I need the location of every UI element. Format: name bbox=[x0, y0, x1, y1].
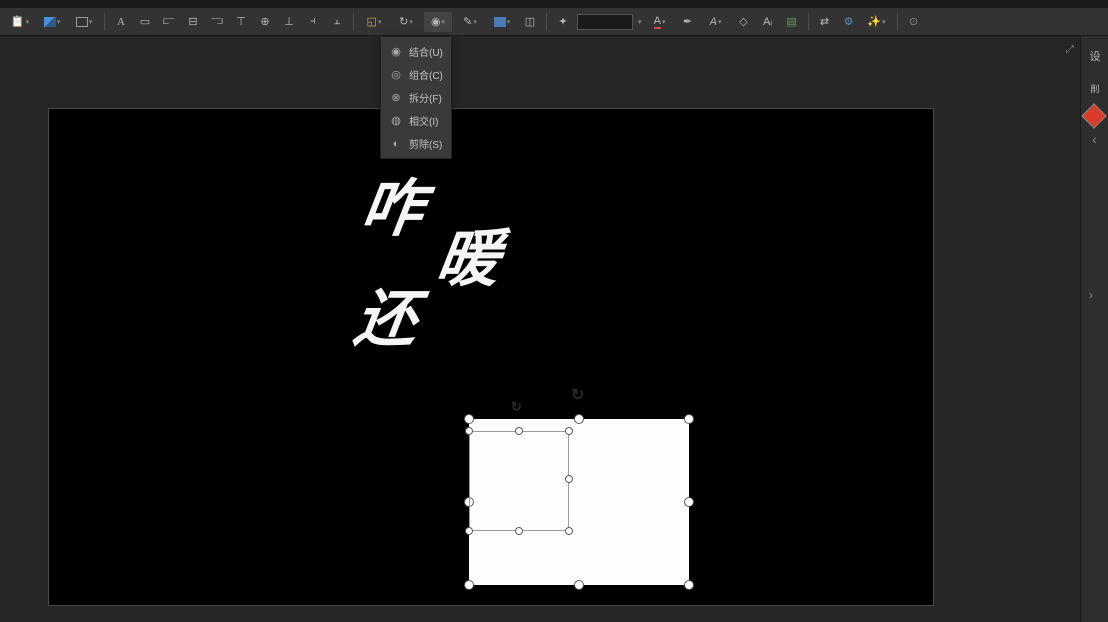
color-dropdown-arrow[interactable]: ▾ bbox=[638, 18, 642, 26]
inner-handle-bm[interactable] bbox=[515, 527, 523, 535]
image-icon[interactable]: ▾ bbox=[38, 12, 66, 32]
main-toolbar: 📋▾ ▾ ▾ A ▭ ⫍ ⊟ ⫎ ⊤ ⊕ ⊥ ⫞ ⫠ ◱▾ ↻▾ ◉▾ ✎▾ ▾… bbox=[0, 8, 1108, 36]
inner-handle-mr[interactable] bbox=[565, 475, 573, 483]
rotate-icon[interactable]: ↻▾ bbox=[392, 12, 420, 32]
font-color-icon[interactable]: A▾ bbox=[646, 12, 674, 32]
clear-format-icon[interactable]: ◇ bbox=[734, 12, 754, 32]
panel-caret-icon[interactable]: ‹ bbox=[1081, 131, 1108, 147]
selection-handle-bm[interactable] bbox=[574, 580, 584, 590]
menu-subtract[interactable]: ◐ 剪除(S) bbox=[381, 132, 451, 155]
help-icon[interactable]: ⊙ bbox=[904, 12, 924, 32]
collapse-ruler-icon[interactable]: ⤢ bbox=[1066, 44, 1074, 55]
menu-label: 结合(U) bbox=[409, 44, 443, 59]
menu-union[interactable]: ◉ 结合(U) bbox=[381, 40, 451, 63]
align-middle-icon[interactable]: ⊕ bbox=[255, 12, 275, 32]
inner-rotate-handle[interactable]: ↻ bbox=[511, 399, 527, 415]
titlebar bbox=[0, 0, 1108, 8]
menu-label: 剪除(S) bbox=[409, 136, 442, 151]
shape-outline-icon[interactable]: ◫ bbox=[520, 12, 540, 32]
menu-label: 相交(I) bbox=[409, 113, 438, 128]
slide-canvas[interactable]: 咋 暖 还 ↻ ↻ bbox=[48, 108, 934, 606]
textbox-icon[interactable]: A bbox=[111, 12, 131, 32]
ai-tools-icon[interactable]: ✨▾ bbox=[863, 12, 891, 32]
menu-label: 组合(C) bbox=[409, 67, 443, 82]
selection-handle-mr[interactable] bbox=[684, 497, 694, 507]
align-top-icon[interactable]: ⊤ bbox=[231, 12, 251, 32]
color-picker[interactable] bbox=[577, 14, 633, 30]
selection-handle-br[interactable] bbox=[684, 580, 694, 590]
menu-combine[interactable]: ◎ 组合(C) bbox=[381, 63, 451, 86]
selection-handle-bl[interactable] bbox=[464, 580, 474, 590]
shape-fill-icon[interactable]: ▾ bbox=[488, 12, 516, 32]
panel-more-icon[interactable]: › bbox=[1089, 288, 1093, 302]
selection-pane-icon[interactable]: ▤ bbox=[782, 12, 802, 32]
bring-front-icon[interactable]: ◱▾ bbox=[360, 12, 388, 32]
inner-handle-tl[interactable] bbox=[465, 427, 473, 435]
merge-shapes-icon[interactable]: ◉▾ bbox=[424, 12, 452, 32]
distribute-v-icon[interactable]: ⫠ bbox=[327, 12, 347, 32]
screenshot-icon[interactable]: ▾ bbox=[70, 12, 98, 32]
shape-format-icon[interactable] bbox=[1081, 103, 1106, 128]
inner-handle-tr[interactable] bbox=[565, 427, 573, 435]
format-painter-icon[interactable]: ✒ bbox=[678, 12, 698, 32]
menu-label: 拆分(F) bbox=[409, 90, 442, 105]
menu-fragment[interactable]: ⊗ 拆分(F) bbox=[381, 86, 451, 109]
wordart-text-2[interactable]: 暖 bbox=[433, 229, 506, 291]
inner-handle-bl[interactable] bbox=[465, 527, 473, 535]
union-icon: ◉ bbox=[389, 45, 403, 59]
inner-selection-box[interactable] bbox=[469, 431, 569, 531]
header-icon[interactable]: ▭ bbox=[135, 12, 155, 32]
edit-shape-icon[interactable]: ✎▾ bbox=[456, 12, 484, 32]
panel-tab-design[interactable]: 设 bbox=[1083, 42, 1107, 70]
combine-icon: ◎ bbox=[389, 68, 403, 82]
workspace[interactable]: ⤢ 咋 暖 还 ↻ ↻ bbox=[0, 36, 1080, 622]
align-right-icon[interactable]: ⫎ bbox=[207, 12, 227, 32]
merge-shapes-dropdown: ◉ 结合(U) ◎ 组合(C) ⊗ 拆分(F) ◍ 相交(I) ◐ 剪除(S) bbox=[380, 36, 452, 159]
find-replace-icon[interactable]: ⇄ bbox=[815, 12, 835, 32]
align-bottom-icon[interactable]: ⊥ bbox=[279, 12, 299, 32]
settings-icon[interactable]: ⚙ bbox=[839, 12, 859, 32]
selection-handle-tl[interactable] bbox=[464, 414, 474, 424]
distribute-h-icon[interactable]: ⫞ bbox=[303, 12, 323, 32]
fragment-icon: ⊗ bbox=[389, 91, 403, 105]
wordart-text-1[interactable]: 咋 bbox=[357, 179, 430, 241]
align-center-icon[interactable]: ⊟ bbox=[183, 12, 203, 32]
menu-intersect[interactable]: ◍ 相交(I) bbox=[381, 109, 451, 132]
wordart-text-3[interactable]: 还 bbox=[351, 289, 424, 351]
intersect-icon: ◍ bbox=[389, 114, 403, 128]
right-side-panel: 设 削 ‹ › bbox=[1080, 36, 1108, 622]
panel-tab-trim[interactable]: 削 bbox=[1083, 76, 1107, 101]
selection-handle-tm[interactable] bbox=[574, 414, 584, 424]
text-effects-icon[interactable]: A▾ bbox=[702, 12, 730, 32]
align-left-icon[interactable]: ⫍ bbox=[159, 12, 179, 32]
rotate-handle[interactable]: ↻ bbox=[571, 385, 587, 401]
inner-handle-tm[interactable] bbox=[515, 427, 523, 435]
inner-handle-br[interactable] bbox=[565, 527, 573, 535]
paste-icon[interactable]: 📋▾ bbox=[6, 12, 34, 32]
char-spacing-icon[interactable]: Aᵢ bbox=[758, 12, 778, 32]
selection-handle-tr[interactable] bbox=[684, 414, 694, 424]
effects-icon[interactable]: ✦ bbox=[553, 12, 573, 32]
subtract-icon: ◐ bbox=[389, 137, 403, 151]
